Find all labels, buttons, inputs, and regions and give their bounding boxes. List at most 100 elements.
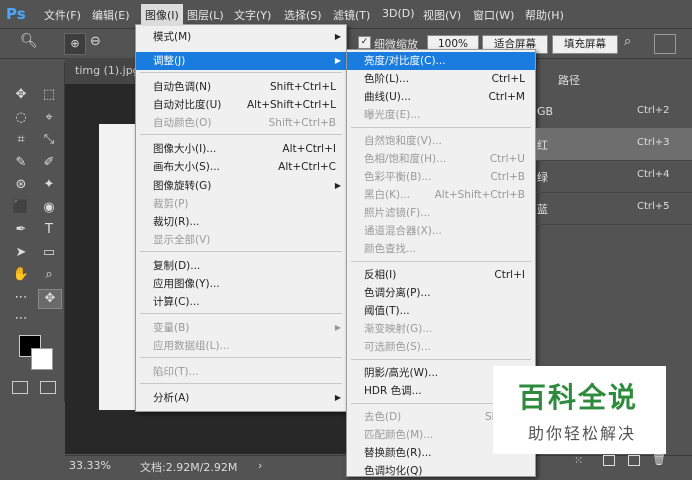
lasso-tool-icon[interactable]: ◌ xyxy=(10,109,32,127)
fine-zoom-checkbox[interactable]: ✓ xyxy=(358,36,371,49)
image-menu-item[interactable]: 应用图像(Y)... xyxy=(136,275,346,293)
image-menu-item[interactable]: 裁切(R)... xyxy=(136,213,346,231)
zoom-tool-icon[interactable]: ✥ xyxy=(38,288,62,309)
adjust-menu-item[interactable]: 曲线(U)... Ctrl+M xyxy=(347,88,535,106)
eyedropper-icon[interactable]: ⤡ xyxy=(38,131,60,149)
menu-item-label: 陷印(T)... xyxy=(153,366,199,378)
status-arrow[interactable]: › xyxy=(258,459,262,472)
menu-item-label: 去色(D) xyxy=(364,411,402,423)
image-menu-item: 陷印(T)... xyxy=(136,363,346,381)
hand-icon[interactable]: ⋯ xyxy=(10,289,32,307)
magic-wand-icon[interactable]: ⌖ xyxy=(38,109,60,127)
image-menu-item[interactable]: 调整(J) ▶ xyxy=(136,52,346,70)
adjust-menu-item[interactable]: 色阶(L)... Ctrl+L xyxy=(347,70,535,88)
menu-separator xyxy=(140,134,342,135)
menu-3[interactable]: 图层(L) xyxy=(187,7,224,23)
adjust-menu-item[interactable]: 亮度/对比度(C)... xyxy=(347,52,535,70)
menu-2[interactable]: 图像(I) xyxy=(141,4,183,26)
menu-1[interactable]: 编辑(E) xyxy=(92,7,130,23)
menu-8[interactable]: 视图(V) xyxy=(423,7,461,23)
image-menu-item[interactable]: 自动色调(N) Shift+Ctrl+L xyxy=(136,78,346,96)
trash-icon[interactable]: 🗑︎ xyxy=(652,453,666,466)
image-menu-item[interactable]: 复制(D)... xyxy=(136,257,346,275)
background-color-swatch[interactable] xyxy=(31,348,53,370)
menu-separator xyxy=(351,127,531,128)
image-menu-item[interactable]: 模式(M) ▶ xyxy=(136,28,346,46)
submenu-arrow-icon: ▶ xyxy=(334,181,341,190)
crop-tool-icon[interactable]: ⌗ xyxy=(10,131,32,149)
screen-mode-icon[interactable] xyxy=(40,381,56,394)
more-tools-icon[interactable]: ⋯ xyxy=(10,310,32,328)
zoom-out-icon[interactable]: ⊖ xyxy=(90,34,101,49)
menu-item-label: 亮度/对比度(C)... xyxy=(364,55,446,67)
menu-item-label: 替换颜色(R)... xyxy=(364,447,432,459)
menu-6[interactable]: 滤镜(T) xyxy=(333,7,370,23)
gradient-icon[interactable]: ◉ xyxy=(38,199,60,217)
menu-4[interactable]: 文字(Y) xyxy=(234,7,271,23)
marquee-tool-icon[interactable]: ⬚ xyxy=(38,86,60,104)
menu-5[interactable]: 选择(S) xyxy=(284,7,322,23)
healing-brush-icon[interactable]: ✎ xyxy=(10,154,32,172)
pen-icon[interactable]: ➤ xyxy=(10,244,32,262)
eraser-icon[interactable]: ⬛ xyxy=(10,199,32,217)
brush-icon[interactable]: ✐ xyxy=(38,154,60,172)
load-selection-icon[interactable]: ⁙ xyxy=(574,454,583,467)
menu-0[interactable]: 文件(F) xyxy=(44,7,81,23)
history-brush-icon[interactable]: ✦ xyxy=(38,176,60,194)
document-image xyxy=(99,124,139,410)
menu-item-label: 阈值(T)... xyxy=(364,305,410,317)
workspace-icon[interactable] xyxy=(654,34,676,54)
menu-item-label: 显示全部(V) xyxy=(153,234,211,246)
type-icon[interactable]: ▭ xyxy=(38,244,60,262)
search-icon[interactable]: ⌕ xyxy=(624,34,631,49)
paths-tab[interactable]: 路径 xyxy=(558,72,580,88)
menu-item-label: 渐变映射(G)... xyxy=(364,323,433,335)
image-menu-item[interactable]: 画布大小(S)... Alt+Ctrl+C xyxy=(136,158,346,176)
menu-separator xyxy=(351,359,531,360)
fill-screen-button[interactable]: 填充屏幕 xyxy=(552,35,618,54)
submenu-arrow-icon: ▶ xyxy=(334,56,341,65)
watermark-subtitle: 助你轻松解决 xyxy=(528,424,637,443)
menu-item-label: 分析(A) xyxy=(153,392,190,404)
shape-icon[interactable]: ⌕ xyxy=(38,266,60,284)
menu-item-label: 色调均化(Q) xyxy=(364,465,423,477)
quick-mask-icon[interactable] xyxy=(12,381,28,394)
path-selection-icon[interactable]: ✋ xyxy=(10,266,32,284)
menu-7[interactable]: 3D(D) xyxy=(382,7,415,20)
adjust-menu-item: 可选颜色(S)... xyxy=(347,338,535,356)
zoom-in-icon[interactable]: ⊕ xyxy=(64,33,86,55)
image-menu-item: 显示全部(V) xyxy=(136,231,346,249)
adjust-menu-item[interactable]: 色调均化(Q) xyxy=(347,462,535,480)
mask-icon[interactable] xyxy=(603,455,615,466)
adjust-menu-item[interactable]: 色调分离(P)... xyxy=(347,284,535,302)
channel-label: 绿 xyxy=(537,171,548,184)
menu-item-label: 画布大小(S)... xyxy=(153,161,220,173)
image-menu-item[interactable]: 图像旋转(G) ▶ xyxy=(136,177,346,195)
menu-10[interactable]: 帮助(H) xyxy=(525,7,564,23)
adjust-menu-item[interactable]: 阈值(T)... xyxy=(347,302,535,320)
channel-shortcut: Ctrl+4 xyxy=(637,169,670,180)
image-menu-item[interactable]: 图像大小(I)... Alt+Ctrl+I xyxy=(136,140,346,158)
blur-icon[interactable]: ✒ xyxy=(10,221,32,239)
new-channel-icon[interactable] xyxy=(628,455,640,466)
submenu-arrow-icon: ▶ xyxy=(334,323,341,332)
stamp-icon[interactable]: ⊛ xyxy=(10,176,32,194)
image-menu-item[interactable]: 分析(A) ▶ xyxy=(136,389,346,407)
image-menu-item: 变量(B) ▶ xyxy=(136,319,346,337)
menu-separator xyxy=(351,261,531,262)
menu-item-label: 自动对比度(U) xyxy=(153,99,222,111)
menu-item-shortcut: Alt+Shift+Ctrl+L xyxy=(246,99,336,111)
menu-item-label: 照片滤镜(F)... xyxy=(364,207,431,219)
menu-9[interactable]: 窗口(W) xyxy=(473,7,514,23)
zoom-tool-icon[interactable]: 🔍︎ xyxy=(20,33,38,49)
image-menu-item: 应用数据组(L)... xyxy=(136,337,346,355)
menu-item-label: 自然饱和度(V)... xyxy=(364,135,442,147)
move-tool-icon[interactable]: ✥ xyxy=(10,86,32,104)
adjust-menu-item[interactable]: 反相(I) Ctrl+I xyxy=(347,266,535,284)
channel-shortcut: Ctrl+5 xyxy=(637,201,670,212)
menu-item-label: 应用数据组(L)... xyxy=(153,340,230,352)
dodge-icon[interactable]: T xyxy=(38,221,60,239)
image-menu-item[interactable]: 计算(C)... xyxy=(136,293,346,311)
image-menu-item[interactable]: 自动对比度(U) Alt+Shift+Ctrl+L xyxy=(136,96,346,114)
zoom-readout[interactable]: 33.33% xyxy=(69,459,111,472)
